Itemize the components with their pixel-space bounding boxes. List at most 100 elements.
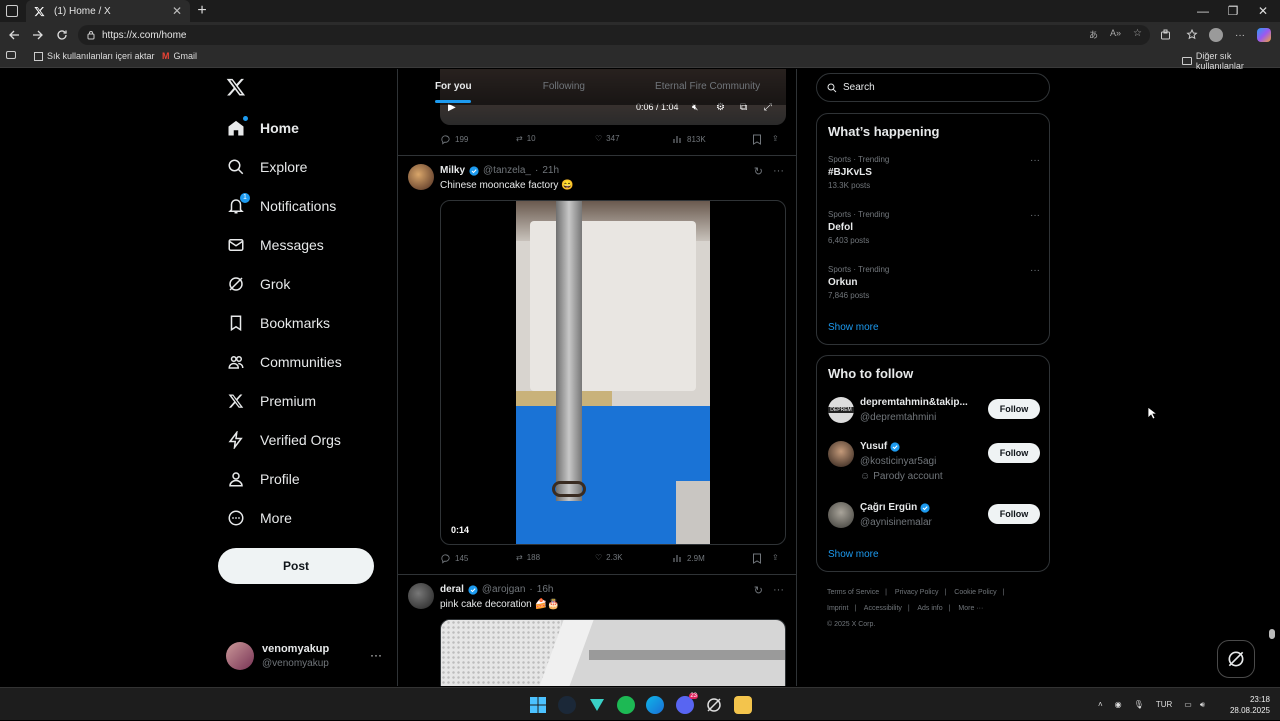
steam-icon[interactable]: [558, 696, 576, 714]
grok-explain-icon[interactable]: ↻: [754, 584, 763, 597]
nav-grok[interactable]: Grok: [226, 269, 290, 299]
tweet-handle[interactable]: @tanzela_: [483, 165, 531, 176]
footer-link[interactable]: Imprint: [827, 605, 848, 612]
reply-button[interactable]: 199: [440, 134, 468, 145]
valorant-icon[interactable]: [588, 696, 606, 714]
nav-more[interactable]: More: [226, 503, 292, 533]
views-button[interactable]: 2.9M: [673, 553, 705, 563]
repost-button[interactable]: ⇄ 188: [516, 553, 540, 562]
back-icon[interactable]: [6, 27, 22, 43]
tweet-video[interactable]: 0:14: [440, 200, 786, 545]
url-field[interactable]: https://x.com/home あ A» ☆: [78, 25, 1150, 45]
follow-button[interactable]: Follow: [988, 504, 1040, 524]
steam-tray-icon[interactable]: ◉: [1115, 700, 1122, 709]
nav-notifications[interactable]: 1 Notifications: [226, 191, 336, 221]
tab-actions-icon[interactable]: [6, 5, 18, 17]
tab-close-icon[interactable]: ✕: [170, 4, 184, 18]
footer-link[interactable]: Ads info: [917, 605, 942, 612]
account-switcher[interactable]: venomyakup @venomyakup ···: [226, 640, 386, 672]
follow-button[interactable]: Follow: [988, 399, 1040, 419]
grok-explain-icon[interactable]: ↻: [754, 165, 763, 178]
trend-item[interactable]: Sports · Trending Orkun 7,846 posts ···: [828, 265, 1040, 309]
account-more-icon[interactable]: ···: [370, 648, 382, 662]
footer-link[interactable]: Privacy Policy: [895, 589, 939, 596]
footer-link[interactable]: Accessibility: [864, 605, 902, 612]
footer-link[interactable]: More ···: [958, 605, 983, 612]
follow-suggestion[interactable]: DEPREM depremtahmin&takip... @depremtahm…: [828, 397, 1040, 437]
views-button[interactable]: 813K: [673, 134, 706, 144]
footer-link[interactable]: Terms of Service: [827, 589, 879, 596]
repost-button[interactable]: ⇄ 10: [516, 134, 536, 143]
refresh-icon[interactable]: [54, 27, 70, 43]
favorites-icon[interactable]: [1184, 27, 1200, 43]
bookmark-button[interactable]: [752, 134, 762, 145]
avatar[interactable]: [408, 583, 434, 609]
like-button[interactable]: ♡ 2.3K: [595, 553, 623, 562]
grok-floating-button[interactable]: [1217, 640, 1255, 678]
language-indicator[interactable]: TUR: [1156, 700, 1172, 709]
tab-community[interactable]: Eternal Fire Community: [619, 69, 796, 105]
post-button[interactable]: Post: [218, 548, 374, 584]
nav-bookmarks[interactable]: Bookmarks: [226, 308, 330, 338]
copilot-icon[interactable]: [1256, 27, 1272, 43]
trend-more-icon[interactable]: ···: [1030, 155, 1040, 166]
forward-icon[interactable]: [30, 27, 46, 43]
bookmark-gmail[interactable]: M Gmail: [162, 51, 197, 61]
tweet-image[interactable]: [440, 619, 786, 686]
clock[interactable]: 23:18 28.08.2025: [1230, 694, 1270, 716]
trend-item[interactable]: Sports · Trending Defol 6,403 posts ···: [828, 210, 1040, 254]
file-explorer-icon[interactable]: [734, 696, 752, 714]
more-options-icon[interactable]: ···: [773, 165, 784, 178]
scrollbar-thumb[interactable]: [1269, 629, 1275, 639]
microphone-icon[interactable]: 🎙︎: [1134, 700, 1144, 709]
show-more-follow-link[interactable]: Show more: [828, 549, 879, 560]
tab-groups-icon[interactable]: [6, 51, 16, 59]
reply-button[interactable]: 145: [440, 553, 468, 564]
search-input[interactable]: Search: [816, 73, 1050, 102]
trend-item[interactable]: Sports · Trending #BJKvLS 13.3K posts ··…: [828, 155, 1040, 199]
nav-verified-orgs[interactable]: Verified Orgs: [226, 425, 341, 455]
other-favorites[interactable]: Diğer sık kullanılanlar: [1182, 51, 1280, 71]
footer-link[interactable]: Cookie Policy: [954, 589, 996, 596]
grok-app-icon[interactable]: [705, 696, 723, 714]
show-more-trends-link[interactable]: Show more: [828, 322, 879, 333]
settings-more-icon[interactable]: ···: [1232, 27, 1248, 43]
nav-communities[interactable]: Communities: [226, 347, 342, 377]
read-aloud-icon[interactable]: A»: [1110, 28, 1121, 41]
chevron-up-icon[interactable]: ˄: [1098, 700, 1103, 709]
close-window-icon[interactable]: ✕: [1248, 2, 1278, 20]
share-button[interactable]: ⇪: [772, 553, 779, 562]
avatar[interactable]: [408, 164, 434, 190]
tweet-author-name[interactable]: Milky: [440, 165, 465, 176]
nav-home[interactable]: Home: [226, 113, 299, 143]
new-tab-icon[interactable]: +: [194, 3, 210, 19]
follow-button[interactable]: Follow: [988, 443, 1040, 463]
x-logo-icon[interactable]: [226, 77, 248, 99]
tweet-time[interactable]: 16h: [537, 584, 554, 595]
bookmark-import[interactable]: Sık kullanılanları içeri aktar: [34, 51, 155, 61]
edge-icon[interactable]: [646, 696, 664, 714]
follow-suggestion[interactable]: Çağrı Ergün @aynisinemalar Follow: [828, 502, 1040, 542]
extensions-icon[interactable]: [1158, 27, 1174, 43]
browser-tab[interactable]: (1) Home / X ✕: [26, 0, 190, 22]
trend-more-icon[interactable]: ···: [1030, 210, 1040, 221]
more-options-icon[interactable]: ···: [773, 584, 784, 597]
share-button[interactable]: ⇪: [772, 134, 779, 143]
nav-profile[interactable]: Profile: [226, 464, 300, 494]
volume-icon[interactable]: 🔊︎: [1200, 700, 1205, 710]
network-icon[interactable]: ▭: [1184, 700, 1192, 709]
tweet-author-name[interactable]: deral: [440, 584, 464, 595]
nav-explore[interactable]: Explore: [226, 152, 307, 182]
trend-more-icon[interactable]: ···: [1030, 265, 1040, 276]
favorite-star-icon[interactable]: ☆: [1133, 28, 1142, 41]
tweet-handle[interactable]: @arojgan: [482, 584, 526, 595]
nav-premium[interactable]: Premium: [226, 386, 316, 416]
discord-icon[interactable]: 23: [676, 693, 698, 714]
tweet-time[interactable]: 21h: [542, 165, 559, 176]
spotify-icon[interactable]: [617, 696, 635, 714]
site-info-icon[interactable]: [86, 30, 96, 40]
like-button[interactable]: ♡ 347: [595, 134, 620, 143]
translate-icon[interactable]: あ: [1089, 28, 1098, 41]
maximize-icon[interactable]: ❐: [1218, 2, 1248, 20]
windows-start-icon[interactable]: [529, 696, 547, 714]
